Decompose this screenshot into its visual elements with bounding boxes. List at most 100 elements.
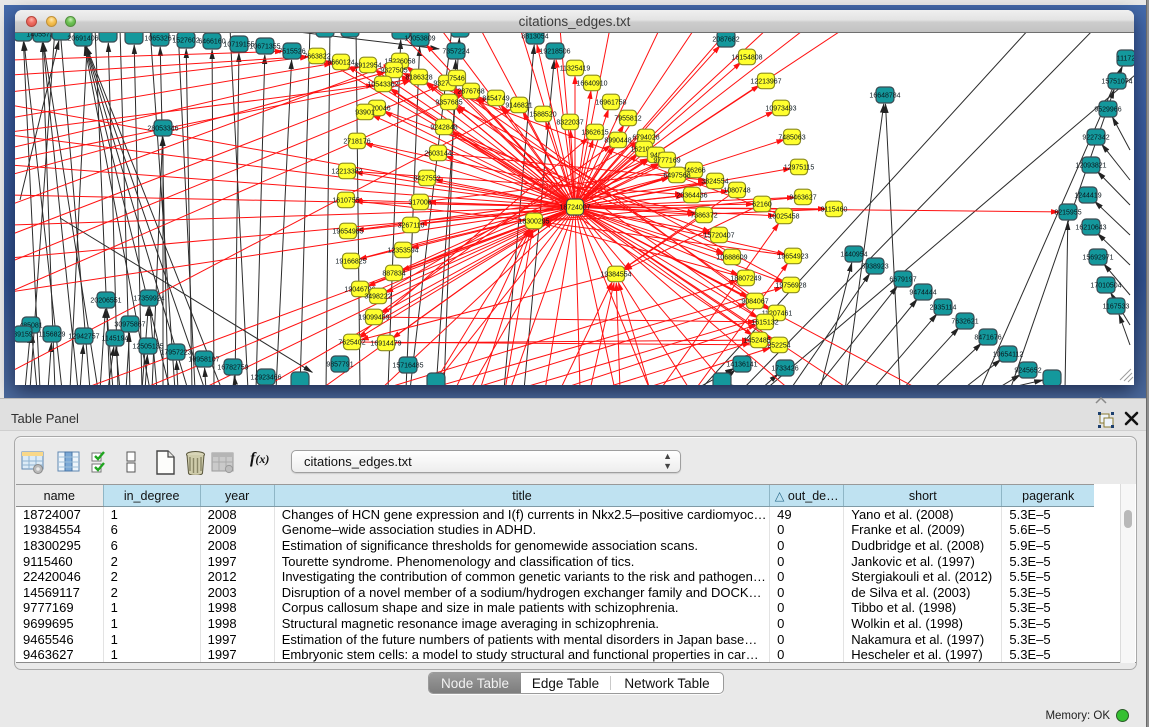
svg-text:8454749: 8454749 [482,96,509,103]
svg-text:12213382: 12213382 [331,169,362,176]
svg-text:20364436: 20364436 [676,193,707,200]
svg-text:19218506: 19218506 [539,49,570,56]
svg-text:8471676: 8471676 [974,335,1001,342]
svg-text:6679197: 6679197 [889,277,916,284]
svg-text:1610755: 1610755 [332,198,359,205]
svg-text:7546: 7546 [449,76,465,83]
svg-text:8322037: 8322037 [556,120,583,127]
svg-text:1167533: 1167533 [1103,304,1130,311]
svg-text:19384554: 19384554 [600,272,631,279]
svg-text:10654112: 10654112 [993,352,1024,359]
svg-text:10958107: 10958107 [188,357,219,364]
svg-text:1362615: 1362615 [581,130,608,137]
svg-text:9146821: 9146821 [505,103,532,110]
svg-text:19654923: 19654923 [777,254,808,261]
svg-text:7625402: 7625402 [338,340,365,347]
svg-text:2718176: 2718176 [343,139,370,146]
svg-text:17957223: 17957223 [160,350,191,357]
svg-text:8186328: 8186328 [405,75,432,82]
svg-text:19756928: 19756928 [775,283,806,290]
svg-text:11325419: 11325419 [560,66,591,73]
svg-text:9245652: 9245652 [1014,368,1041,375]
svg-text:19166825: 19166825 [335,259,366,266]
svg-text:12213967: 12213967 [750,79,781,86]
svg-text:9857791: 9857791 [326,362,353,369]
svg-text:9327505: 9327505 [380,68,407,75]
svg-text:17010504: 17010504 [1090,283,1121,290]
svg-text:16961758: 16961758 [595,100,626,107]
svg-text:20206551: 20206551 [90,298,121,305]
svg-text:12975115: 12975115 [784,165,815,172]
svg-text:12923466: 12923466 [250,375,281,382]
svg-text:14136141: 14136141 [726,362,757,369]
svg-text:9242848: 9242848 [430,125,457,132]
svg-text:18300295: 18300295 [518,219,549,226]
svg-text:7357224: 7357224 [442,49,469,56]
svg-text:6466160: 6466160 [198,39,225,46]
svg-text:3824554: 3824554 [701,179,728,186]
svg-text:7386372: 7386372 [690,213,717,220]
svg-text:16648784: 16648784 [869,93,900,100]
svg-text:9115460: 9115460 [821,207,848,214]
svg-text:8215955: 8215955 [1054,210,1081,217]
svg-text:12942757: 12942757 [68,334,99,341]
svg-text:2876768: 2876768 [457,89,484,96]
svg-text:2087682: 2087682 [712,37,739,44]
svg-text:8990448: 8990448 [604,138,631,145]
svg-text:1588520: 1588520 [529,112,556,119]
svg-text:887834: 887834 [382,271,405,278]
svg-text:10653267: 10653267 [144,36,175,43]
svg-text:2603144: 2603144 [424,151,451,158]
svg-text:3498222: 3498222 [364,294,391,301]
svg-text:9660124: 9660124 [327,60,354,67]
svg-text:28053346: 28053346 [147,126,178,133]
svg-text:1080748: 1080748 [723,188,750,195]
svg-text:62160: 62160 [752,202,772,209]
svg-text:12505135: 12505135 [132,344,163,351]
svg-text:10543362: 10543362 [367,82,398,89]
svg-text:1145194: 1145194 [102,336,129,343]
svg-text:17359924: 17359924 [133,296,164,303]
svg-text:10671355: 10671355 [249,44,280,51]
svg-text:93901: 93901 [355,110,375,117]
svg-text:6794028: 6794028 [632,135,659,142]
svg-text:10688609: 10688609 [716,255,747,262]
svg-text:9474444: 9474444 [909,290,936,297]
svg-text:7515526: 7515526 [278,49,305,56]
svg-text:8427552: 8427552 [413,176,440,183]
svg-text:15716485: 15716485 [392,363,423,370]
svg-text:7955812: 7955812 [614,116,641,123]
svg-text:10973493: 10973493 [765,106,796,113]
svg-text:12093821: 12093821 [1075,163,1106,170]
svg-text:9463627: 9463627 [789,195,816,202]
svg-text:6497568: 6497568 [663,173,690,180]
svg-text:1156829: 1156829 [39,332,66,339]
svg-text:10025458: 10025458 [768,214,799,221]
svg-text:3267110: 3267110 [398,223,425,230]
svg-text:16782759: 16782759 [217,365,248,372]
svg-text:18807249: 18807249 [730,276,761,283]
svg-text:2935114: 2935114 [930,305,957,312]
svg-text:15751074: 15751074 [1101,79,1132,86]
svg-text:1244419: 1244419 [1074,193,1101,200]
svg-text:9529966: 9529966 [1094,107,1121,114]
svg-text:7485063: 7485063 [778,135,805,142]
svg-text:8912954: 8912954 [354,63,381,70]
svg-text:9227342: 9227342 [1082,135,1109,142]
svg-text:12353594: 12353594 [387,248,418,255]
svg-text:18724007: 18724007 [559,205,590,212]
svg-text:1733426: 1733426 [771,366,798,373]
svg-text:11172: 11172 [1117,56,1134,63]
svg-text:16154808: 16154808 [731,55,762,62]
svg-text:19099489: 19099489 [358,315,389,322]
svg-text:39159: 39159 [15,332,33,339]
svg-text:16210643: 16210643 [1075,225,1106,232]
svg-text:16640910: 16640910 [576,81,607,88]
svg-text:1527602: 1527602 [172,38,199,45]
svg-text:9777169: 9777169 [653,158,680,165]
svg-text:9357685: 9357685 [435,100,462,107]
svg-text:19654985: 19654985 [332,229,363,236]
svg-text:8938923: 8938923 [861,264,888,271]
svg-text:252254: 252254 [767,343,790,350]
svg-text:20691406: 20691406 [67,36,98,43]
